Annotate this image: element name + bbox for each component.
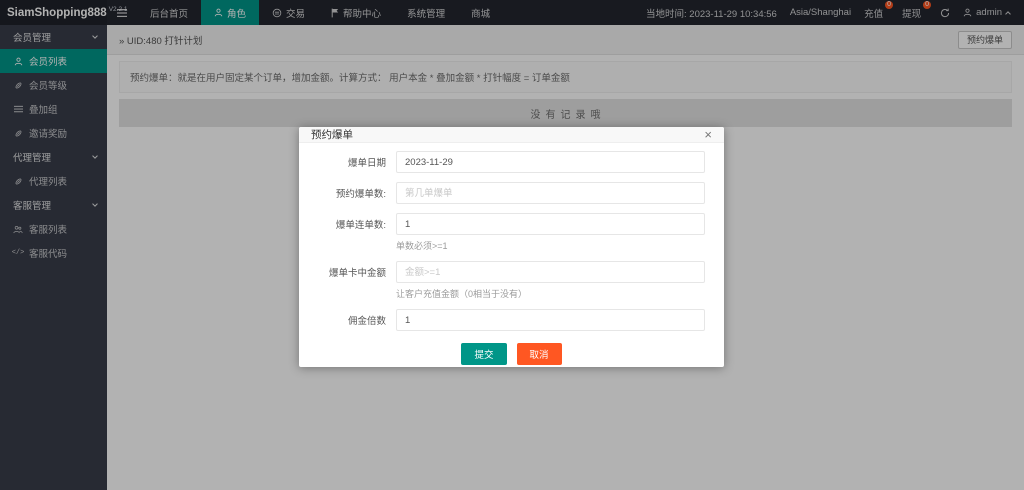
field-row-streak-count: 爆单连单数: (318, 213, 705, 235)
burst-date-input[interactable] (396, 151, 705, 173)
field-row-commission-multiplier: 佣金倍数 (318, 309, 705, 331)
modal-title-bar: 预约爆单 × (299, 127, 724, 143)
booked-burst-count-input[interactable] (396, 182, 705, 204)
modal-title: 预约爆单 (311, 127, 353, 142)
field-label: 爆单卡中金额 (318, 265, 386, 279)
close-icon[interactable]: × (704, 128, 712, 141)
burst-stuck-amount-input[interactable] (396, 261, 705, 283)
modal-actions: 提交 取消 (318, 343, 705, 365)
field-row-booked-count: 预约爆单数: (318, 182, 705, 204)
commission-multiplier-input[interactable] (396, 309, 705, 331)
field-helper: 单数必须>=1 (396, 239, 705, 252)
field-helper: 让客户充值金额（0相当于没有） (396, 287, 705, 300)
field-row-stuck-amount: 爆单卡中金额 (318, 261, 705, 283)
field-label: 爆单连单数: (318, 217, 386, 231)
submit-button[interactable]: 提交 (461, 343, 506, 365)
book-burst-order-modal: 预约爆单 × 爆单日期 预约爆单数: 爆单连单数: 单数必须>=1 爆单卡中金额… (299, 127, 724, 367)
field-label: 爆单日期 (318, 155, 386, 169)
burst-streak-count-input[interactable] (396, 213, 705, 235)
modal-body: 爆单日期 预约爆单数: 爆单连单数: 单数必须>=1 爆单卡中金额 让客户充值金… (299, 143, 724, 375)
field-label: 佣金倍数 (318, 313, 386, 327)
field-row-burst-date: 爆单日期 (318, 151, 705, 173)
field-label: 预约爆单数: (318, 186, 386, 200)
cancel-button[interactable]: 取消 (517, 343, 562, 365)
